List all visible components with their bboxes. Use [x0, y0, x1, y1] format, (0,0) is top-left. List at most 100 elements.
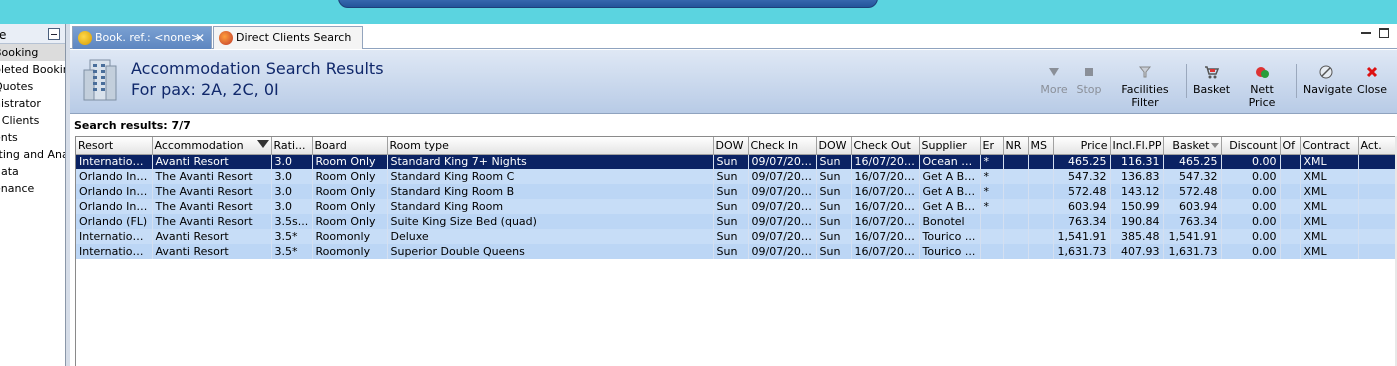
stop-button-label: Stop — [1076, 83, 1102, 96]
column-header-contract[interactable]: Contract — [1300, 137, 1359, 155]
facilities-filter-button[interactable]: Facilities Filter — [1108, 64, 1182, 109]
maximize-icon[interactable] — [1379, 28, 1389, 38]
column-header-resort[interactable]: Resort — [76, 137, 153, 155]
column-header-of[interactable]: Of — [1280, 137, 1301, 155]
window-title-strip — [0, 0, 1397, 24]
tab-direct-clients-search[interactable]: Direct Clients Search — [213, 26, 363, 49]
column-header-basket[interactable]: Basket — [1163, 137, 1222, 155]
flower-icon — [219, 31, 233, 45]
table-row[interactable]: Internation... Avanti Resort 3.5* Roomonly S… — [76, 244, 1397, 259]
column-header-board[interactable]: Board — [312, 137, 388, 155]
nav-item[interactable]: t Clients — [0, 112, 65, 129]
table-row[interactable]: Orlando (FL) The Avanti Resort 3.5s... Room… — [76, 214, 1397, 229]
table-cell: 3.5* — [271, 229, 313, 244]
nav-item[interactable]: enance — [0, 180, 65, 197]
table-cell: Get A Bed — [919, 169, 981, 184]
nav-item[interactable]: Quotes — [0, 78, 65, 95]
table-cell — [1028, 229, 1054, 244]
column-header-supplier[interactable]: Supplier — [919, 137, 981, 155]
table-cell: 547.32 — [1053, 169, 1111, 184]
column-header-dow-in[interactable]: DOW — [713, 137, 749, 155]
nav-item[interactable]: Booking — [0, 44, 65, 61]
stop-button[interactable]: Stop — [1074, 64, 1104, 100]
nett-price-button-label: Nett Price — [1248, 83, 1276, 109]
table-row[interactable]: Internation... Avanti Resort 3.5* Roomonly D… — [76, 229, 1397, 244]
column-header-check-in[interactable]: Check In — [748, 137, 817, 155]
table-cell: 0.00 — [1221, 229, 1281, 244]
table-cell: Sun — [816, 214, 852, 229]
column-header-discount[interactable]: Discount — [1221, 137, 1281, 155]
nav-item[interactable]: data — [0, 163, 65, 180]
table-cell — [1028, 184, 1054, 199]
column-header-label: MS — [1030, 138, 1047, 152]
table-cell: 572.48 — [1163, 184, 1222, 199]
nav-item[interactable]: nistrator — [0, 95, 65, 112]
navigation-list: Bookingpleted BookingQuotesnistratort Cl… — [0, 44, 65, 197]
table-cell: The Avanti Resort — [152, 214, 272, 229]
table-row[interactable]: Orlando Int... The Avanti Resort 3.0 Room O… — [76, 199, 1397, 214]
table-cell: XML — [1300, 229, 1359, 244]
column-header-ms[interactable]: MS — [1028, 137, 1054, 155]
table-cell — [980, 229, 1004, 244]
column-header-nr[interactable]: NR — [1003, 137, 1029, 155]
basket-button[interactable]: Basket — [1193, 64, 1230, 100]
minimize-icon[interactable] — [1361, 32, 1371, 34]
table-cell — [1028, 154, 1054, 169]
table-cell: 1,541.91 — [1163, 229, 1222, 244]
table-cell: 09/07/2017 — [748, 229, 817, 244]
tab-booking-reference[interactable]: Book. ref.: <none> ✕ — [72, 26, 212, 49]
filter-icon[interactable] — [256, 140, 269, 148]
close-button-label: Close — [1357, 83, 1387, 96]
table-row[interactable]: Orlando Int... The Avanti Resort 3.0 Room O… — [76, 184, 1397, 199]
nav-item[interactable]: rting and Ana — [0, 146, 65, 163]
column-header-price[interactable]: Price — [1053, 137, 1111, 155]
table-cell: 143.12 — [1110, 184, 1164, 199]
nav-item[interactable]: pleted Booking — [0, 61, 65, 78]
table-cell: 16/07/2017 — [851, 214, 920, 229]
column-header-check-out[interactable]: Check Out — [851, 137, 920, 155]
navigate-button[interactable]: Navigate — [1303, 64, 1352, 100]
close-tab-icon[interactable]: ✕ — [195, 27, 205, 49]
editor-tab-bar: Book. ref.: <none> ✕ Direct Clients Sear… — [70, 24, 1397, 49]
results-header: Accommodation Search Results For pax: 2A… — [70, 50, 1397, 114]
column-header-dow-out[interactable]: DOW — [816, 137, 852, 155]
column-header-er[interactable]: Er — [980, 137, 1004, 155]
column-header-accommodation[interactable]: Accommodation — [152, 137, 272, 155]
column-header-rating[interactable]: Rati... — [271, 137, 313, 155]
column-header-room-type[interactable]: Room type — [387, 137, 714, 155]
column-header-label: Accommodation — [154, 138, 244, 152]
table-cell: Get A Bed — [919, 199, 981, 214]
nav-item[interactable]: ents — [0, 129, 65, 146]
table-cell: 16/07/2017 — [851, 229, 920, 244]
column-header-actions[interactable]: Act. — [1358, 137, 1397, 155]
table-cell: 3.0 — [271, 169, 313, 184]
close-button[interactable]: Close — [1356, 64, 1388, 100]
table-cell: Sun — [713, 214, 749, 229]
table-row[interactable]: Orlando Int... The Avanti Resort 3.0 Room O… — [76, 169, 1397, 184]
table-cell: 16/07/2017 — [851, 184, 920, 199]
table-cell — [1028, 244, 1054, 259]
table-cell: 09/07/2017 — [748, 199, 817, 214]
table-cell — [1358, 184, 1397, 199]
table-cell: 603.94 — [1163, 199, 1222, 214]
table-cell — [1358, 244, 1397, 259]
table-cell: 3.5* — [271, 244, 313, 259]
table-cell: The Avanti Resort — [152, 184, 272, 199]
table-row[interactable]: Internation... Avanti Resort 3.0 Room Only S… — [76, 154, 1397, 169]
navigation-panel-title: e — [0, 28, 6, 42]
table-cell: Sun — [713, 244, 749, 259]
table-cell — [1003, 229, 1029, 244]
table-cell: 465.25 — [1163, 154, 1222, 169]
table-cell: 763.34 — [1163, 214, 1222, 229]
more-button[interactable]: More — [1036, 64, 1072, 100]
collapse-icon[interactable] — [48, 28, 60, 40]
table-cell: Standard King Room C — [387, 169, 714, 184]
table-cell: Standard King Room B — [387, 184, 714, 199]
nett-price-button[interactable]: Nett Price — [1236, 64, 1288, 109]
table-cell: Standard King 7+ Nights — [387, 154, 714, 169]
table-cell — [980, 214, 1004, 229]
table-cell: 3.0 — [271, 154, 313, 169]
column-header-incl-fl-pp[interactable]: Incl.Fl.PP — [1110, 137, 1164, 155]
table-cell: Room Only — [312, 154, 388, 169]
table-cell: Orlando Int... — [76, 169, 153, 184]
